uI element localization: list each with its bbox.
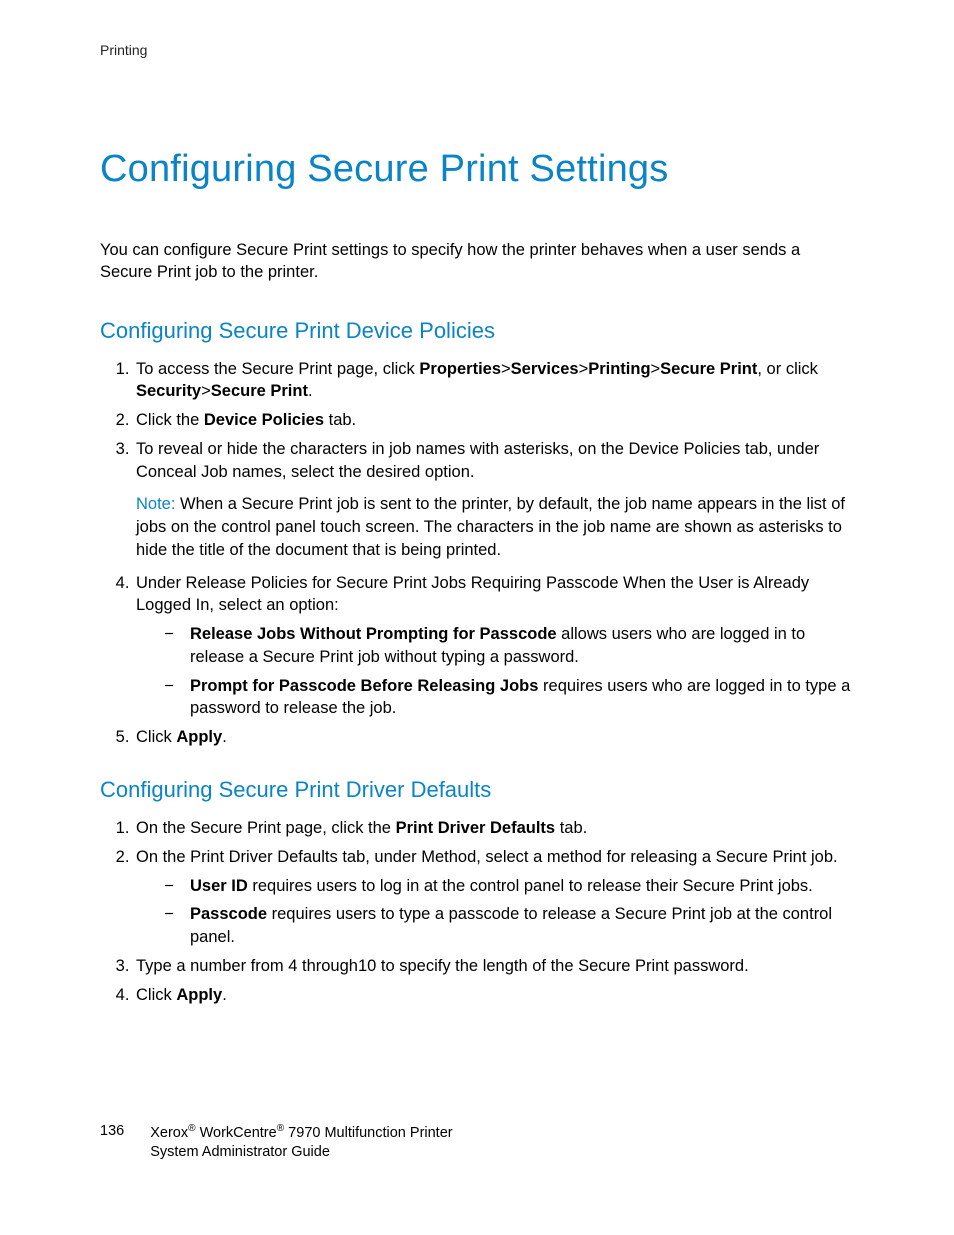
step-text: Type a number from 4 through10 to specif… bbox=[136, 957, 749, 975]
step-item: On the Print Driver Defaults tab, under … bbox=[134, 846, 854, 949]
page-footer: 136 Xerox® WorkCentre® 7970 Multifunctio… bbox=[100, 1122, 453, 1163]
ui-path-bold: Services bbox=[511, 360, 579, 378]
step-text: To access the Secure Print page, click bbox=[136, 360, 419, 378]
step-item: Click Apply. bbox=[134, 984, 854, 1007]
step-item: Type a number from 4 through10 to specif… bbox=[134, 955, 854, 978]
step-text: On the Secure Print page, click the bbox=[136, 819, 396, 837]
separator: > bbox=[201, 382, 211, 400]
ui-path-bold: Printing bbox=[588, 360, 650, 378]
step-text: tab. bbox=[324, 411, 356, 429]
step-text: Click the bbox=[136, 411, 204, 429]
option-list: User ID requires users to log in at the … bbox=[136, 875, 854, 949]
ui-label-bold: Apply bbox=[176, 728, 222, 746]
note-label: Note: bbox=[136, 495, 175, 513]
running-header: Printing bbox=[100, 42, 854, 58]
publication-info: Xerox® WorkCentre® 7970 Multifunction Pr… bbox=[150, 1122, 452, 1163]
ui-label-bold: Print Driver Defaults bbox=[396, 819, 556, 837]
product-name: WorkCentre bbox=[196, 1125, 277, 1141]
section-heading-device-policies: Configuring Secure Print Device Policies bbox=[100, 318, 854, 344]
option-text: requires users to type a passcode to rel… bbox=[190, 905, 832, 946]
option-list: Release Jobs Without Prompting for Passc… bbox=[136, 623, 854, 720]
step-text: . bbox=[308, 382, 313, 400]
step-text: Under Release Policies for Secure Print … bbox=[136, 574, 809, 615]
ui-path-bold: Secure Print bbox=[211, 382, 308, 400]
model-name: 7970 Multifunction Printer bbox=[284, 1125, 452, 1141]
option-item: Prompt for Passcode Before Releasing Job… bbox=[164, 675, 854, 721]
separator: > bbox=[579, 360, 589, 378]
step-text: tab. bbox=[555, 819, 587, 837]
option-bold: User ID bbox=[190, 877, 248, 895]
note-block: Note: When a Secure Print job is sent to… bbox=[136, 493, 854, 561]
step-text: On the Print Driver Defaults tab, under … bbox=[136, 848, 838, 866]
document-page: Printing Configuring Secure Print Settin… bbox=[0, 0, 954, 1006]
ui-label-bold: Device Policies bbox=[204, 411, 324, 429]
registered-icon: ® bbox=[188, 1123, 195, 1134]
step-item: Click Apply. bbox=[134, 726, 854, 749]
step-text: , or click bbox=[757, 360, 818, 378]
option-bold: Passcode bbox=[190, 905, 267, 923]
ui-label-bold: Apply bbox=[176, 986, 222, 1004]
option-bold: Release Jobs Without Prompting for Passc… bbox=[190, 625, 557, 643]
separator: > bbox=[501, 360, 511, 378]
brand-name: Xerox bbox=[150, 1125, 188, 1141]
page-number: 136 bbox=[100, 1122, 124, 1142]
separator: > bbox=[651, 360, 661, 378]
steps-list-driver-defaults: On the Secure Print page, click the Prin… bbox=[100, 817, 854, 1006]
step-text: . bbox=[222, 986, 227, 1004]
step-text: Click bbox=[136, 986, 176, 1004]
option-bold: Prompt for Passcode Before Releasing Job… bbox=[190, 677, 538, 695]
step-item: On the Secure Print page, click the Prin… bbox=[134, 817, 854, 840]
section-heading-driver-defaults: Configuring Secure Print Driver Defaults bbox=[100, 777, 854, 803]
step-text: Click bbox=[136, 728, 176, 746]
ui-path-bold: Secure Print bbox=[660, 360, 757, 378]
intro-paragraph: You can configure Secure Print settings … bbox=[100, 239, 854, 284]
step-item: Click the Device Policies tab. bbox=[134, 409, 854, 432]
ui-path-bold: Security bbox=[136, 382, 201, 400]
note-text: When a Secure Print job is sent to the p… bbox=[136, 495, 845, 559]
option-item: User ID requires users to log in at the … bbox=[164, 875, 854, 898]
step-item: To access the Secure Print page, click P… bbox=[134, 358, 854, 404]
steps-list-device-policies: To access the Secure Print page, click P… bbox=[100, 358, 854, 749]
step-item: To reveal or hide the characters in job … bbox=[134, 438, 854, 562]
option-text: requires users to log in at the control … bbox=[248, 877, 813, 895]
option-item: Passcode requires users to type a passco… bbox=[164, 903, 854, 949]
step-text: . bbox=[222, 728, 227, 746]
guide-name: System Administrator Guide bbox=[150, 1144, 330, 1160]
option-item: Release Jobs Without Prompting for Passc… bbox=[164, 623, 854, 669]
step-text: To reveal or hide the characters in job … bbox=[136, 440, 819, 481]
ui-path-bold: Properties bbox=[419, 360, 501, 378]
page-title: Configuring Secure Print Settings bbox=[100, 148, 854, 191]
step-item: Under Release Policies for Secure Print … bbox=[134, 572, 854, 721]
